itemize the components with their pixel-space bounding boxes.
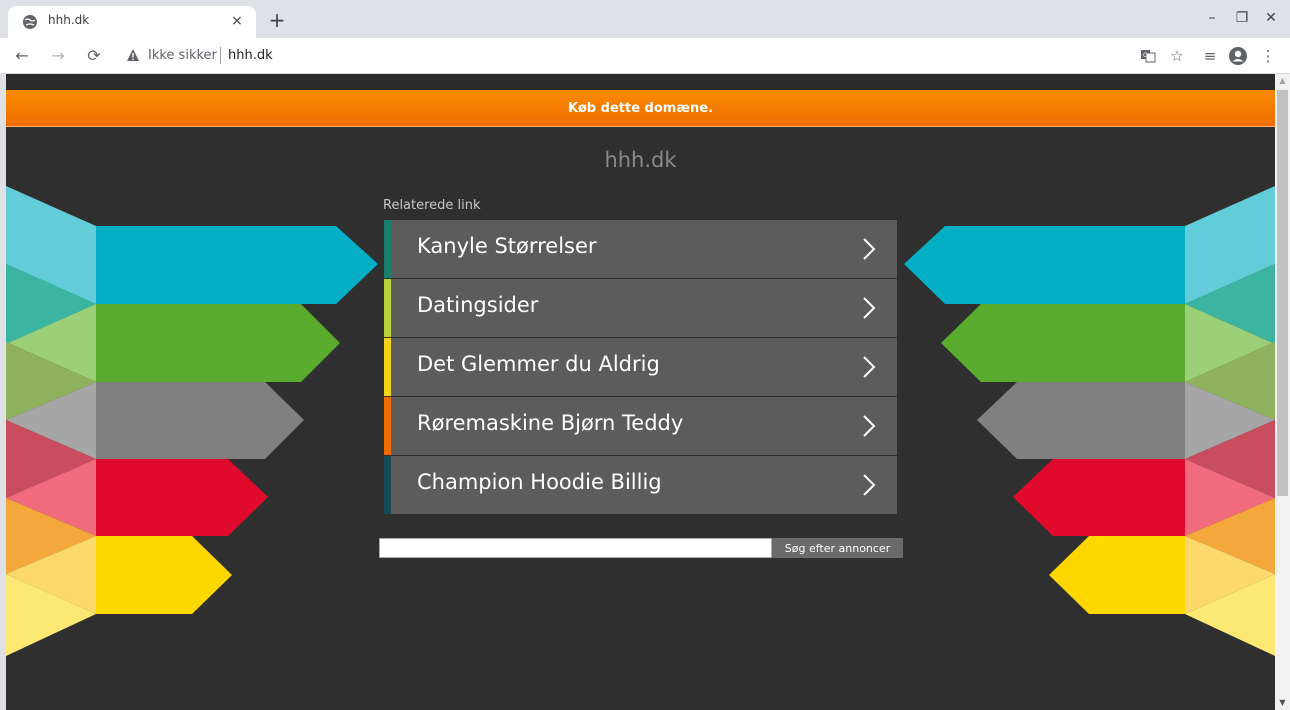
- link-color-bar: [384, 338, 391, 396]
- link-color-bar: [384, 456, 391, 514]
- chevron-right-icon: [863, 474, 876, 496]
- related-link-label: Champion Hoodie Billig: [417, 470, 662, 494]
- profile-icon[interactable]: [1226, 44, 1250, 68]
- reload-icon[interactable]: ⟳: [82, 44, 106, 68]
- ad-search-input[interactable]: [379, 538, 772, 558]
- ad-search-button[interactable]: Søg efter annoncer: [772, 538, 903, 558]
- ad-search-form: Søg efter annoncer: [379, 538, 903, 558]
- domain-title: hhh.dk: [604, 148, 677, 172]
- chevron-right-icon: [863, 415, 876, 437]
- close-window-button[interactable]: ✕: [1256, 6, 1286, 30]
- svg-text:G: G: [1143, 52, 1148, 59]
- link-color-bar: [384, 397, 391, 455]
- back-arrow-icon[interactable]: ←: [10, 44, 34, 68]
- related-link-label: Kanyle Størrelser: [417, 234, 597, 258]
- chevron-right-icon: [863, 238, 876, 260]
- scroll-down-icon[interactable]: ▼: [1275, 696, 1290, 710]
- page-scrollbar[interactable]: ▲ ▼: [1275, 74, 1290, 710]
- related-links-label: Relaterede link: [383, 198, 481, 213]
- address-bar[interactable]: Ikke sikker hhh.dk: [114, 42, 1114, 70]
- new-tab-button[interactable]: +: [265, 9, 289, 33]
- related-link-label: Det Glemmer du Aldrig: [417, 352, 660, 376]
- related-link-item[interactable]: Kanyle Størrelser: [384, 220, 897, 278]
- page-viewport: Køb dette domæne. hhh.dk Relaterede link…: [6, 74, 1275, 710]
- menu-dots-icon[interactable]: ⋮: [1256, 44, 1280, 68]
- security-status: Ikke sikker: [148, 48, 217, 63]
- related-link-label: Datingsider: [417, 293, 539, 317]
- scroll-thumb[interactable]: [1277, 90, 1288, 496]
- tab-close-icon[interactable]: ×: [228, 12, 246, 30]
- related-link-item[interactable]: Det Glemmer du Aldrig: [384, 338, 897, 396]
- reading-list-icon[interactable]: ≡: [1198, 44, 1222, 68]
- related-links-list: Kanyle Størrelser Datingsider Det Glemme…: [384, 220, 897, 515]
- tab-title: hhh.dk: [48, 13, 90, 27]
- restore-button[interactable]: ❐: [1227, 6, 1257, 30]
- chevron-right-icon: [863, 356, 876, 378]
- scroll-up-icon[interactable]: ▲: [1275, 74, 1290, 88]
- related-link-item[interactable]: Røremaskine Bjørn Teddy: [384, 397, 897, 455]
- address-separator: [220, 47, 221, 64]
- related-link-item[interactable]: Datingsider: [384, 279, 897, 337]
- warning-icon: [127, 49, 139, 61]
- minimize-button[interactable]: –: [1197, 6, 1227, 30]
- browser-toolbar: ← → ⟳ Ikke sikker hhh.dk G ☆ ≡ ⋮: [0, 38, 1290, 74]
- link-color-bar: [384, 220, 391, 278]
- related-link-label: Røremaskine Bjørn Teddy: [417, 411, 684, 435]
- tab-strip: hhh.dk × + – ❐ ✕: [0, 0, 1290, 38]
- link-color-bar: [384, 279, 391, 337]
- url-text: hhh.dk: [228, 48, 273, 63]
- buy-domain-banner[interactable]: Køb dette domæne.: [6, 90, 1275, 127]
- globe-icon: [23, 15, 37, 29]
- related-link-item[interactable]: Champion Hoodie Billig: [384, 456, 897, 514]
- forward-arrow-icon[interactable]: →: [46, 44, 70, 68]
- translate-icon[interactable]: G: [1136, 44, 1160, 68]
- chevron-right-icon: [863, 297, 876, 319]
- browser-tab[interactable]: hhh.dk ×: [8, 6, 256, 38]
- bookmark-star-icon[interactable]: ☆: [1165, 44, 1189, 68]
